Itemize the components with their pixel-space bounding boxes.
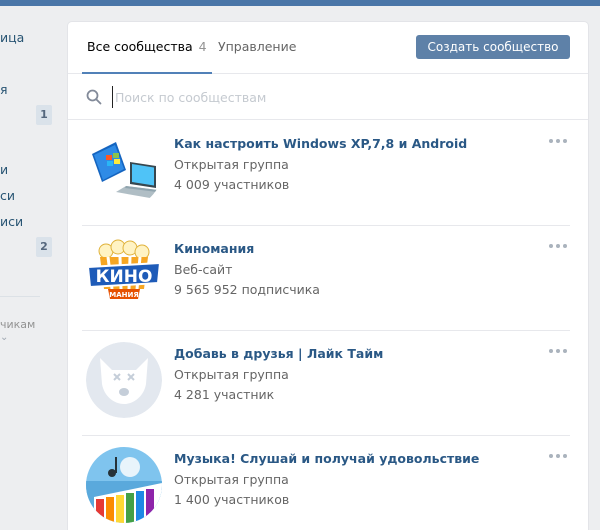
sidebar-item-page[interactable]: ица — [0, 28, 24, 48]
list-item: Добавь в друзья | Лайк Тайм Открытая гру… — [68, 330, 588, 435]
community-name[interactable]: Добавь в друзья | Лайк Тайм — [174, 346, 383, 361]
default-dog-avatar[interactable] — [86, 342, 162, 418]
community-type: Открытая группа — [174, 367, 289, 382]
community-members[interactable]: 1 400 участников — [174, 492, 289, 507]
community-name[interactable]: Киномания — [174, 241, 254, 256]
svg-text:КИНО: КИНО — [96, 267, 153, 287]
tab-all-count: 4 — [198, 39, 207, 54]
kino-popcorn-logo[interactable]: КИНО МАНИЯ — [86, 237, 162, 313]
windows-laptop-icon[interactable] — [86, 132, 162, 208]
communities-panel: Все сообщества 4 Управление Создать сообщ… — [68, 22, 588, 530]
sidebar-item-news[interactable]: я — [0, 80, 8, 100]
search-icon — [86, 89, 102, 105]
svg-text:МАНИЯ: МАНИЯ — [109, 291, 139, 299]
tab-all-label: Все сообщества — [87, 39, 193, 54]
list-item: Музыка! Слушай и получай удовольствие От… — [68, 435, 588, 530]
sidebar-item-photos[interactable]: си — [0, 186, 15, 206]
more-options-icon[interactable] — [548, 451, 568, 461]
community-name[interactable]: Музыка! Слушай и получай удовольствие — [174, 451, 479, 466]
community-type: Открытая группа — [174, 157, 289, 172]
sidebar-item-groups[interactable]: и — [0, 160, 8, 180]
communities-list: Как настроить Windows XP,7,8 и Android О… — [68, 120, 588, 530]
search-input[interactable] — [112, 86, 562, 108]
search-bar — [68, 74, 588, 120]
community-type: Веб-сайт — [174, 262, 233, 277]
sidebar-item-audio[interactable]: иси — [0, 212, 23, 232]
left-sidebar: ица я 1 и си иси 2 чикам ⌄ — [0, 6, 60, 530]
sidebar-divider — [0, 296, 40, 297]
create-community-button[interactable]: Создать сообщество — [416, 35, 570, 59]
music-piano-art[interactable] — [86, 447, 162, 523]
community-members[interactable]: 4 281 участник — [174, 387, 274, 402]
tabs-bar: Все сообщества 4 Управление Создать сообщ… — [68, 22, 588, 74]
community-members[interactable]: 9 565 952 подписчика — [174, 282, 320, 297]
list-item: Как настроить Windows XP,7,8 и Android О… — [68, 120, 588, 225]
tab-management[interactable]: Управление — [218, 22, 296, 74]
more-options-icon[interactable] — [548, 241, 568, 251]
community-name[interactable]: Как настроить Windows XP,7,8 и Android — [174, 136, 467, 151]
chevron-down-icon[interactable]: ⌄ — [0, 332, 8, 343]
sidebar-badge-games: 2 — [36, 237, 52, 257]
community-members[interactable]: 4 009 участников — [174, 177, 289, 192]
more-options-icon[interactable] — [548, 136, 568, 146]
tab-all-communities[interactable]: Все сообщества 4 — [82, 22, 212, 74]
top-bar — [0, 0, 600, 6]
community-type: Открытая группа — [174, 472, 289, 487]
sidebar-badge-messages: 1 — [36, 105, 52, 125]
more-options-icon[interactable] — [548, 346, 568, 356]
list-item: КИНО МАНИЯ Киномания Веб-сайт 9 565 952 … — [68, 225, 588, 330]
sidebar-footer-link[interactable]: чикам — [0, 318, 35, 331]
